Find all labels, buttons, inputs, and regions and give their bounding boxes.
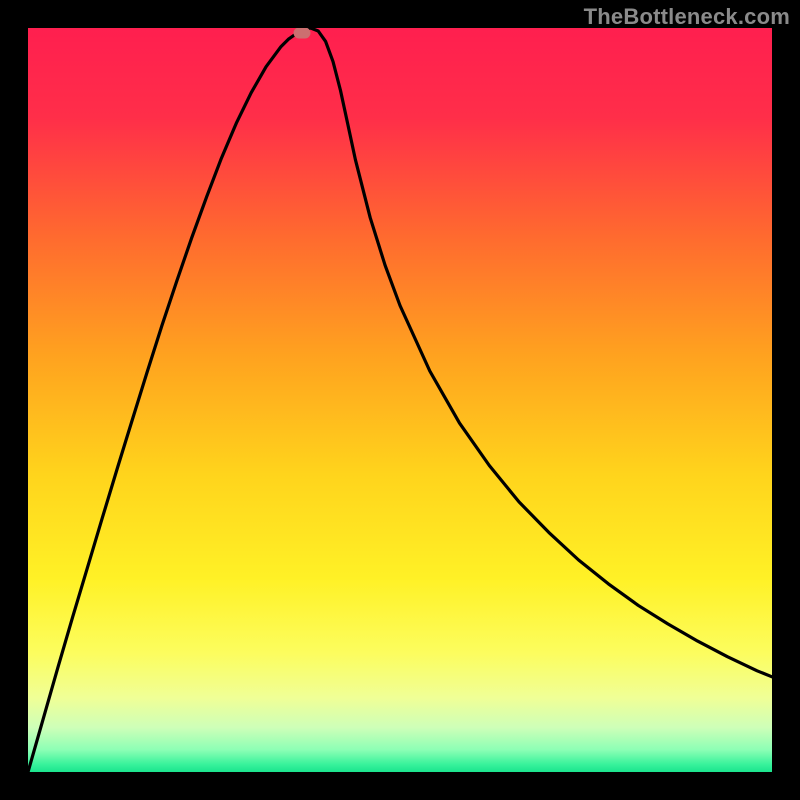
chart-frame: TheBottleneck.com (0, 0, 800, 800)
optimal-point-marker (293, 28, 310, 39)
bottleneck-curve (28, 28, 772, 772)
plot-area (28, 28, 772, 772)
watermark-text: TheBottleneck.com (584, 4, 790, 30)
